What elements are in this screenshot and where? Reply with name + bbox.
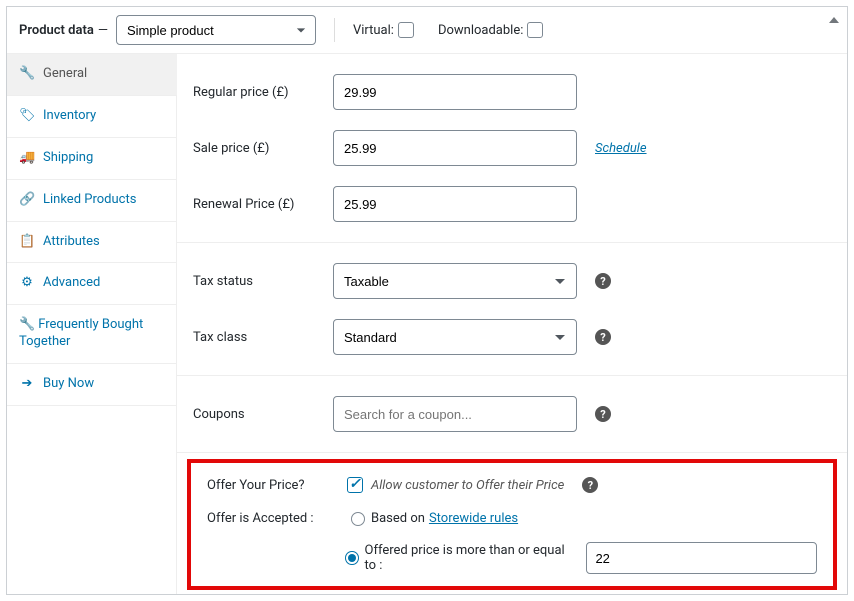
- product-data-panel: Product data — Simple product Virtual: D…: [6, 6, 848, 595]
- title-dash: —: [98, 23, 108, 38]
- product-type-select[interactable]: Simple product: [116, 15, 316, 45]
- tax-status-label: Tax status: [193, 274, 333, 289]
- tab-linked-products[interactable]: 🔗 Linked Products: [7, 180, 176, 222]
- tag-icon: 🏷: [19, 108, 35, 125]
- flag-group: Virtual: Downloadable:: [353, 22, 543, 38]
- coupons-row: Coupons ?: [177, 386, 847, 442]
- offer-highlight-box: Offer Your Price? Allow customer to Offe…: [187, 459, 837, 590]
- regular-price-row: Regular price (£): [177, 64, 847, 120]
- offer-accepted-label: Offer is Accepted :: [207, 511, 347, 526]
- help-icon[interactable]: ?: [595, 406, 611, 422]
- list-icon: 📋: [19, 234, 35, 251]
- coupons-label: Coupons: [193, 407, 333, 422]
- sidebar: 🔧 General 🏷 Inventory 🚚 Shipping 🔗 Linke…: [7, 54, 177, 594]
- allow-offer-group: Allow customer to Offer their Price: [347, 477, 564, 493]
- virtual-checkbox[interactable]: [398, 22, 414, 38]
- wrench-icon: 🔧: [19, 66, 35, 83]
- virtual-label: Virtual:: [353, 23, 394, 38]
- tab-general[interactable]: 🔧 General: [7, 54, 176, 96]
- panel-header: Product data — Simple product Virtual: D…: [7, 7, 847, 54]
- tab-label: Advanced: [43, 275, 100, 292]
- tab-label: Linked Products: [43, 192, 136, 209]
- tab-attributes[interactable]: 📋 Attributes: [7, 222, 176, 264]
- renewal-price-label: Renewal Price (£): [193, 197, 333, 212]
- panel-title: Product data: [19, 23, 94, 38]
- downloadable-checkbox[interactable]: [527, 22, 543, 38]
- allow-offer-label: Allow customer to Offer their Price: [371, 478, 564, 493]
- offer-your-price-row: Offer Your Price? Allow customer to Offe…: [191, 467, 833, 503]
- link-icon: 🔗: [19, 192, 35, 209]
- tab-buy-now[interactable]: ➔ Buy Now: [7, 364, 176, 406]
- offered-price-input[interactable]: [586, 542, 817, 574]
- downloadable-flag: Downloadable:: [438, 22, 543, 38]
- regular-price-input[interactable]: [333, 74, 577, 110]
- tab-label: General: [43, 66, 87, 83]
- regular-price-label: Regular price (£): [193, 85, 333, 100]
- truck-icon: 🚚: [19, 150, 35, 167]
- tax-class-select[interactable]: Standard: [333, 319, 577, 355]
- tab-label: Frequently Bought Together: [19, 317, 143, 349]
- tab-advanced[interactable]: ⚙ Advanced: [7, 263, 176, 305]
- sale-price-row: Sale price (£) Schedule: [177, 120, 847, 176]
- tab-label: Shipping: [43, 150, 93, 167]
- arrow-right-icon: ➔: [19, 376, 35, 393]
- renewal-price-input[interactable]: [333, 186, 577, 222]
- offer-accepted-price-row: Offered price is more than or equal to :: [191, 534, 833, 582]
- downloadable-label: Downloadable:: [438, 23, 523, 38]
- tab-label: Attributes: [43, 234, 100, 251]
- gear-icon: ⚙: [19, 275, 35, 292]
- storewide-rules-radio[interactable]: [351, 512, 365, 526]
- offer-accepted-storewide-row: Offer is Accepted : Based on Storewide r…: [191, 503, 833, 534]
- tax-class-label: Tax class: [193, 330, 333, 345]
- tax-status-row: Tax status Taxable ?: [177, 253, 847, 309]
- tax-status-select[interactable]: Taxable: [333, 263, 577, 299]
- schedule-link[interactable]: Schedule: [595, 141, 647, 156]
- virtual-flag: Virtual:: [353, 22, 414, 38]
- collapse-toggle-icon[interactable]: [829, 17, 839, 23]
- offer-your-price-label: Offer Your Price?: [207, 478, 347, 493]
- tab-shipping[interactable]: 🚚 Shipping: [7, 138, 176, 180]
- sale-price-input[interactable]: [333, 130, 577, 166]
- renewal-price-row: Renewal Price (£): [177, 176, 847, 232]
- coupons-input[interactable]: [333, 396, 577, 432]
- panel-title-group: Product data — Simple product: [19, 15, 316, 45]
- offered-price-text: Offered price is more than or equal to :: [365, 543, 577, 573]
- panel-body: 🔧 General 🏷 Inventory 🚚 Shipping 🔗 Linke…: [7, 54, 847, 594]
- coupons-section: Coupons ?: [177, 376, 847, 453]
- tab-label: Buy Now: [43, 376, 94, 393]
- offered-price-radio[interactable]: [345, 551, 358, 565]
- tab-inventory[interactable]: 🏷 Inventory: [7, 96, 176, 138]
- tab-frequently-bought-together[interactable]: 🔧 Frequently Bought Together: [7, 305, 176, 364]
- content-area: Regular price (£) Sale price (£) Schedul…: [177, 54, 847, 594]
- help-icon[interactable]: ?: [595, 329, 611, 345]
- sale-price-label: Sale price (£): [193, 141, 333, 156]
- divider: [334, 18, 335, 42]
- pricing-section: Regular price (£) Sale price (£) Schedul…: [177, 54, 847, 243]
- help-icon[interactable]: ?: [595, 273, 611, 289]
- tax-class-row: Tax class Standard ?: [177, 309, 847, 365]
- help-icon[interactable]: ?: [582, 477, 598, 493]
- wrench-icon: 🔧: [19, 317, 35, 334]
- tax-section: Tax status Taxable ? Tax class Standard …: [177, 243, 847, 376]
- storewide-rules-link[interactable]: Storewide rules: [429, 511, 518, 526]
- allow-offer-checkbox[interactable]: [347, 477, 363, 493]
- based-on-text: Based on: [371, 511, 425, 526]
- tab-label: Inventory: [43, 108, 96, 125]
